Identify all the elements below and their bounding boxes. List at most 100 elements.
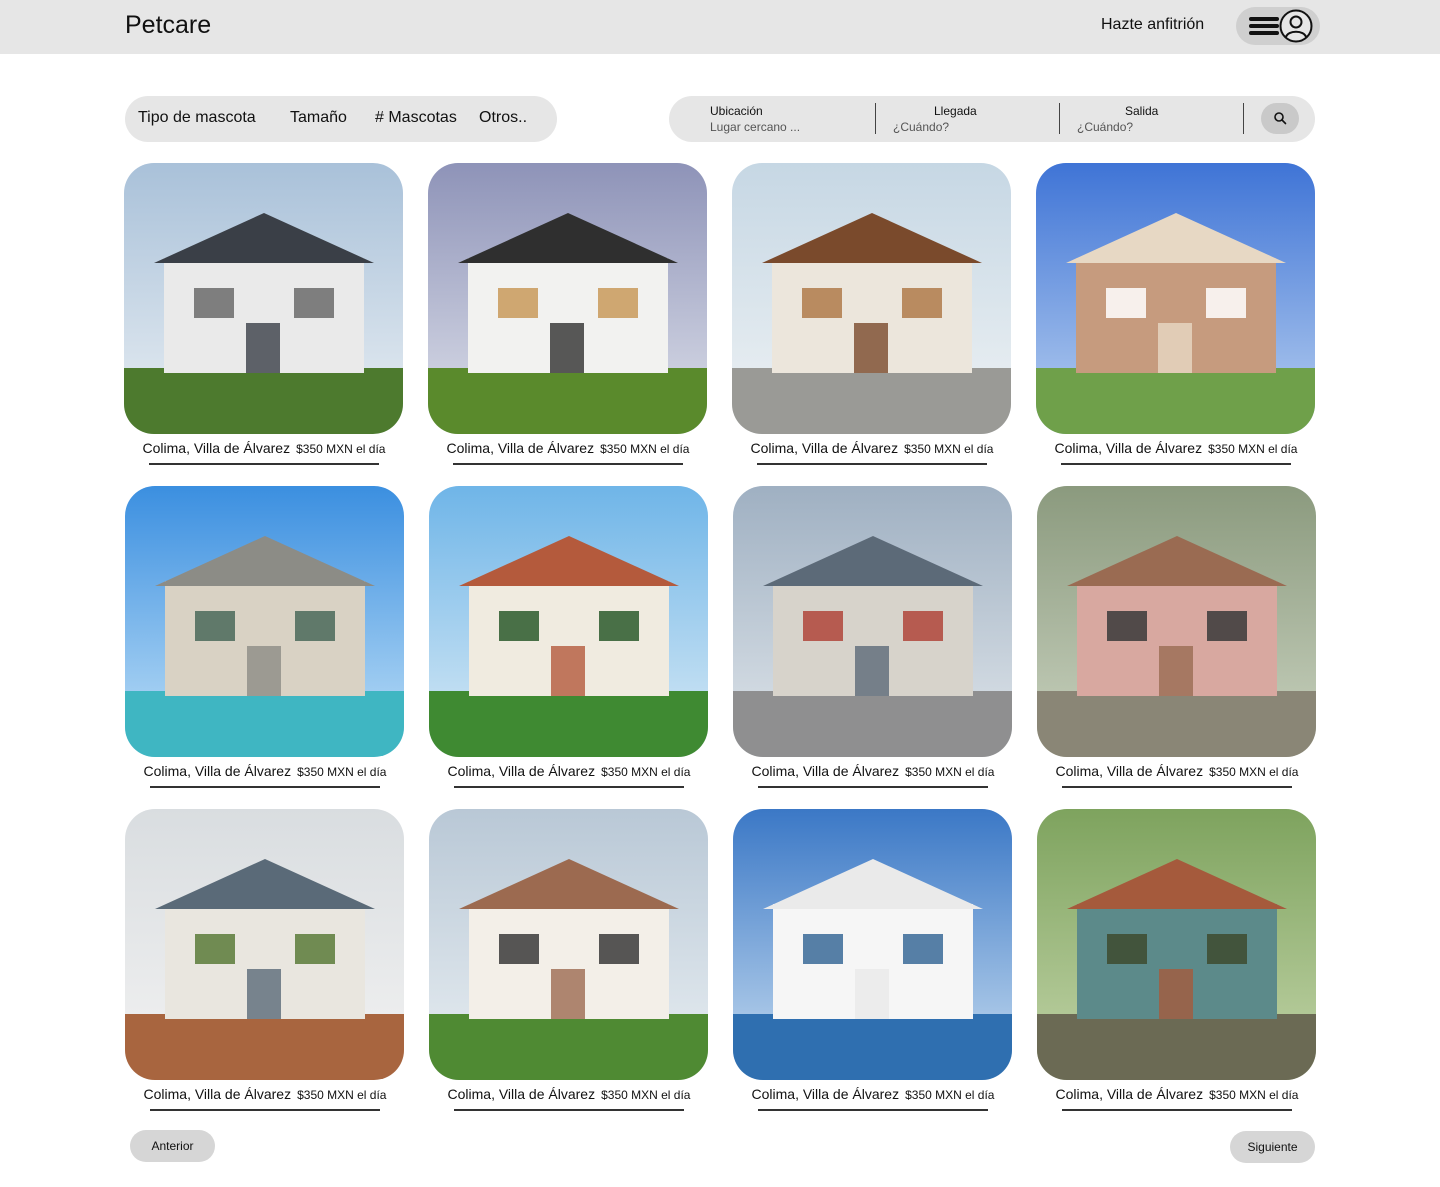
listing-location: Colima, Villa de Álvarez — [1055, 763, 1204, 779]
listing-price: $350 MXN el día — [297, 765, 387, 779]
caption-underline — [758, 1109, 988, 1111]
menu-icon — [1249, 17, 1279, 35]
listing-card[interactable]: Colima, Villa de Álvarez $350 MXN el día — [429, 809, 709, 1115]
listing-caption: Colima, Villa de Álvarez $350 MXN el día — [125, 1086, 405, 1104]
listing-card[interactable]: Colima, Villa de Álvarez $350 MXN el día — [732, 163, 1012, 469]
listing-caption: Colima, Villa de Álvarez $350 MXN el día — [732, 440, 1012, 458]
arrival-field[interactable]: Llegada ¿Cuándo? — [893, 104, 1043, 134]
listing-photo[interactable] — [125, 809, 404, 1080]
arrival-label: Llegada — [934, 104, 977, 118]
listing-photo[interactable] — [429, 809, 708, 1080]
caption-underline — [454, 1109, 684, 1111]
listing-caption: Colima, Villa de Álvarez $350 MXN el día — [124, 440, 404, 458]
listing-caption: Colima, Villa de Álvarez $350 MXN el día — [1036, 440, 1316, 458]
location-placeholder: Lugar cercano ... — [710, 120, 801, 134]
listing-price: $350 MXN el día — [904, 442, 994, 456]
listing-card[interactable]: Colima, Villa de Álvarez $350 MXN el día — [733, 809, 1013, 1115]
caption-underline — [1062, 1109, 1292, 1111]
listing-location: Colima, Villa de Álvarez — [143, 1086, 292, 1102]
host-link[interactable]: Hazte anfitrión — [1101, 16, 1204, 34]
user-avatar-icon — [1279, 9, 1313, 43]
filter-other[interactable]: Otros.. — [479, 109, 527, 127]
filter-size[interactable]: Tamaño — [290, 109, 347, 127]
listing-photo[interactable] — [733, 486, 1012, 757]
listing-photo[interactable] — [124, 163, 403, 434]
listing-card[interactable]: Colima, Villa de Álvarez $350 MXN el día — [124, 163, 404, 469]
caption-underline — [149, 463, 379, 465]
listing-price: $350 MXN el día — [297, 1088, 387, 1102]
listing-caption: Colima, Villa de Álvarez $350 MXN el día — [428, 440, 708, 458]
listing-photo[interactable] — [1036, 163, 1315, 434]
caption-underline — [758, 786, 988, 788]
filter-bar: Tipo de mascota Tamaño # Mascotas Otros.… — [125, 96, 557, 142]
listing-price: $350 MXN el día — [905, 1088, 995, 1102]
caption-underline — [150, 786, 380, 788]
listing-caption: Colima, Villa de Álvarez $350 MXN el día — [1037, 763, 1317, 781]
listing-price: $350 MXN el día — [1209, 1088, 1299, 1102]
departure-placeholder: ¿Cuándo? — [1077, 120, 1134, 134]
listing-price: $350 MXN el día — [1209, 765, 1299, 779]
listing-location: Colima, Villa de Álvarez — [750, 440, 899, 456]
listing-card[interactable]: Colima, Villa de Álvarez $350 MXN el día — [1036, 163, 1316, 469]
brand-logo[interactable]: Petcare — [125, 11, 211, 40]
next-page-button[interactable]: Siguiente — [1230, 1131, 1315, 1163]
listing-card[interactable]: Colima, Villa de Álvarez $350 MXN el día — [428, 163, 708, 469]
search-bar: Ubicación Lugar cercano ... Llegada ¿Cuá… — [669, 96, 1315, 142]
listing-photo[interactable] — [428, 163, 707, 434]
listing-location: Colima, Villa de Álvarez — [446, 440, 595, 456]
filter-pet-type[interactable]: Tipo de mascota — [138, 109, 256, 127]
listing-card[interactable]: Colima, Villa de Álvarez $350 MXN el día — [125, 486, 405, 792]
listing-card[interactable]: Colima, Villa de Álvarez $350 MXN el día — [125, 809, 405, 1115]
filter-pet-count[interactable]: # Mascotas — [375, 109, 457, 127]
listing-photo[interactable] — [125, 486, 404, 757]
top-bar: Petcare Hazte anfitrión — [0, 0, 1440, 54]
caption-underline — [453, 463, 683, 465]
listing-location: Colima, Villa de Álvarez — [447, 1086, 596, 1102]
divider — [1243, 103, 1244, 134]
caption-underline — [757, 463, 987, 465]
listing-price: $350 MXN el día — [600, 442, 690, 456]
listing-location: Colima, Villa de Álvarez — [1055, 1086, 1204, 1102]
arrival-placeholder: ¿Cuándo? — [893, 120, 950, 134]
search-button[interactable] — [1261, 103, 1299, 134]
listing-price: $350 MXN el día — [601, 765, 691, 779]
user-menu-button[interactable] — [1236, 7, 1320, 45]
listing-caption: Colima, Villa de Álvarez $350 MXN el día — [733, 1086, 1013, 1104]
divider — [1059, 103, 1060, 134]
listing-photo[interactable] — [732, 163, 1011, 434]
listing-caption: Colima, Villa de Álvarez $350 MXN el día — [125, 763, 405, 781]
listing-price: $350 MXN el día — [296, 442, 386, 456]
location-field[interactable]: Ubicación Lugar cercano ... — [710, 104, 860, 134]
caption-underline — [150, 1109, 380, 1111]
listing-location: Colima, Villa de Álvarez — [447, 763, 596, 779]
listing-price: $350 MXN el día — [601, 1088, 691, 1102]
listing-card[interactable]: Colima, Villa de Álvarez $350 MXN el día — [1037, 809, 1317, 1115]
caption-underline — [1061, 463, 1291, 465]
previous-page-button[interactable]: Anterior — [130, 1130, 215, 1162]
listing-photo[interactable] — [429, 486, 708, 757]
listing-caption: Colima, Villa de Álvarez $350 MXN el día — [429, 1086, 709, 1104]
listing-card[interactable]: Colima, Villa de Álvarez $350 MXN el día — [1037, 486, 1317, 792]
listing-location: Colima, Villa de Álvarez — [143, 763, 292, 779]
listing-price: $350 MXN el día — [905, 765, 995, 779]
listing-photo[interactable] — [1037, 486, 1316, 757]
listing-price: $350 MXN el día — [1208, 442, 1298, 456]
listing-caption: Colima, Villa de Álvarez $350 MXN el día — [1037, 1086, 1317, 1104]
listing-location: Colima, Villa de Álvarez — [1054, 440, 1203, 456]
caption-underline — [1062, 786, 1292, 788]
listing-caption: Colima, Villa de Álvarez $350 MXN el día — [429, 763, 709, 781]
departure-label: Salida — [1125, 104, 1159, 118]
location-label: Ubicación — [710, 104, 763, 118]
listing-card[interactable]: Colima, Villa de Álvarez $350 MXN el día — [429, 486, 709, 792]
caption-underline — [454, 786, 684, 788]
listing-card[interactable]: Colima, Villa de Álvarez $350 MXN el día — [733, 486, 1013, 792]
listing-location: Colima, Villa de Álvarez — [751, 763, 900, 779]
listing-location: Colima, Villa de Álvarez — [751, 1086, 900, 1102]
listing-photo[interactable] — [1037, 809, 1316, 1080]
departure-field[interactable]: Salida ¿Cuándo? — [1077, 104, 1227, 134]
listing-photo[interactable] — [733, 809, 1012, 1080]
listing-caption: Colima, Villa de Álvarez $350 MXN el día — [733, 763, 1013, 781]
divider — [875, 103, 876, 134]
search-icon — [1274, 112, 1287, 125]
listing-location: Colima, Villa de Álvarez — [142, 440, 291, 456]
